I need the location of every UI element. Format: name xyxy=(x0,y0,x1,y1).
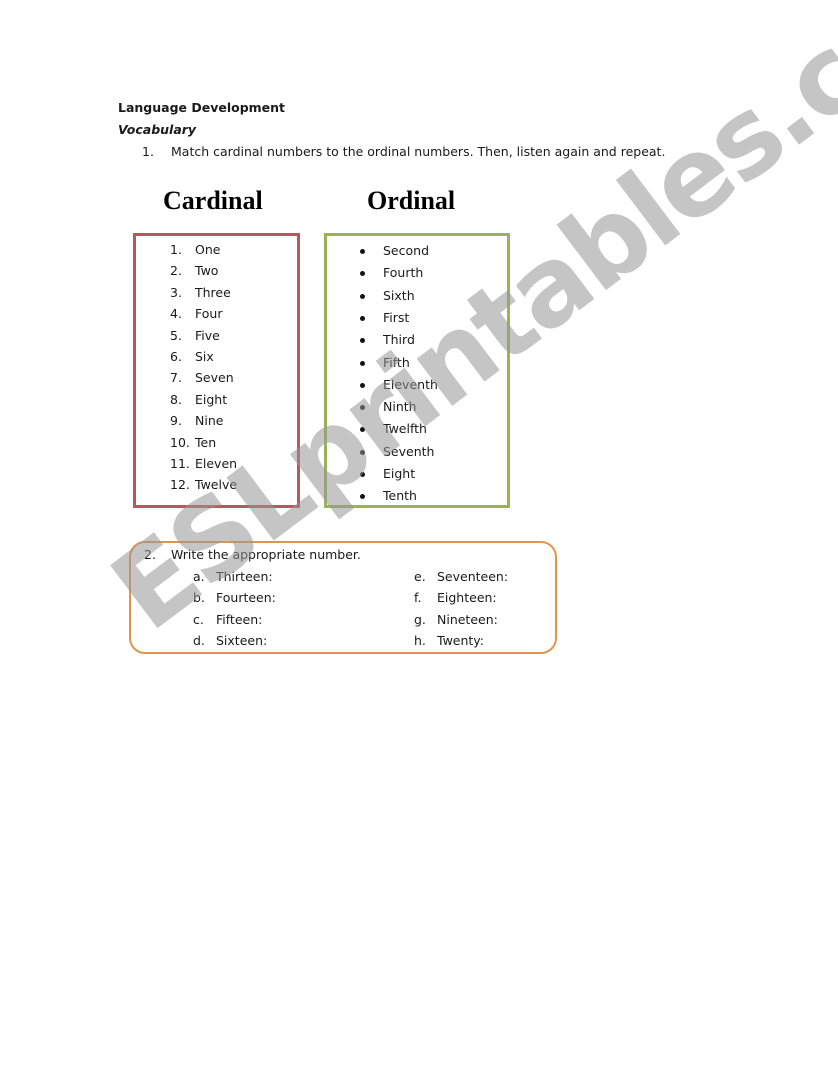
cardinal-item-word: Nine xyxy=(195,413,224,429)
ordinal-item-word: Ninth xyxy=(383,399,417,415)
exercise-2-item-letter: g. xyxy=(414,611,426,627)
cardinal-item-number: 11. xyxy=(170,456,190,471)
exercise-2-item-word: Fifteen: xyxy=(216,611,263,627)
ordinal-item-word: Eight xyxy=(383,466,416,481)
ordinal-item-word: Third xyxy=(383,332,415,348)
bullet-icon xyxy=(360,338,365,344)
cardinal-item-word: One xyxy=(195,242,221,257)
ordinal-item-word: Eleventh xyxy=(383,376,438,392)
ordinal-item-word: Second xyxy=(383,243,430,258)
section-title: Language Development xyxy=(118,100,286,115)
bullet-icon xyxy=(360,405,365,411)
exercise-2-item-letter: a. xyxy=(193,569,205,584)
ordinal-item-word: Sixth xyxy=(383,287,415,303)
ordinal-item-word: Fourth xyxy=(383,265,424,281)
bullet-icon xyxy=(360,427,365,433)
cardinal-item-word: Eight xyxy=(195,391,228,407)
bullet-icon xyxy=(360,315,365,321)
bullet-icon xyxy=(360,449,365,455)
ordinal-item-word: First xyxy=(383,309,410,325)
exercise-2-item-word: Eighteen: xyxy=(437,590,497,606)
bullet-icon xyxy=(360,472,365,477)
cardinal-item-word: Seven xyxy=(195,370,234,386)
exercise-2-item-letter: d. xyxy=(193,632,205,648)
ordinal-box: Second Fourth Sixth First Third Fifth Eleventh… xyxy=(324,233,510,508)
exercise-2-item-word: Seventeen: xyxy=(437,569,509,584)
exercise-1-number: 1. xyxy=(142,144,154,159)
cardinal-item-word: Ten xyxy=(195,434,217,450)
exercise-2-item-letter: b. xyxy=(193,590,205,606)
bullet-icon xyxy=(360,494,365,500)
cardinal-item-number: 2. xyxy=(170,263,182,279)
cardinal-item-word: Three xyxy=(195,284,231,300)
cardinal-item-number: 9. xyxy=(170,413,182,429)
exercise-2-instruction: Write the appropriate number. xyxy=(171,547,361,562)
cardinal-item-word: Twelve xyxy=(195,477,238,493)
exercise-2-item-word: Nineteen: xyxy=(437,611,498,627)
cardinal-item-number: 8. xyxy=(170,391,182,407)
ordinal-item-word: Seventh xyxy=(383,443,435,459)
bullet-icon xyxy=(360,249,365,254)
cardinal-item-number: 10. xyxy=(170,434,190,450)
bullet-icon xyxy=(360,293,365,299)
exercise-2-item-word: Sixteen: xyxy=(216,632,268,648)
cardinal-item-number: 5. xyxy=(170,327,182,343)
ordinal-title: Ordinal xyxy=(367,186,456,215)
bullet-icon xyxy=(360,382,365,388)
cardinal-title: Cardinal xyxy=(163,186,263,215)
ordinal-item-word: Tenth xyxy=(383,488,417,504)
exercise-2-number: 2. xyxy=(144,547,156,562)
exercise-2-item-letter: e. xyxy=(414,569,426,584)
cardinal-item-number: 6. xyxy=(170,349,182,364)
cardinal-item-word: Four xyxy=(195,306,223,322)
cardinal-item-number: 7. xyxy=(170,370,182,386)
ordinal-item-word: Twelfth xyxy=(383,421,427,437)
cardinal-item-number: 4. xyxy=(170,306,182,322)
cardinal-item-word: Five xyxy=(195,327,220,343)
exercise-2-item-letter: h. xyxy=(414,632,426,648)
exercise-2-item-word: Thirteen: xyxy=(216,569,273,584)
cardinal-item-word: Two xyxy=(195,263,219,279)
section-subtitle: Vocabulary xyxy=(118,122,197,137)
ordinal-item-word: Fifth xyxy=(383,354,410,370)
exercise-2-item-word: Fourteen: xyxy=(216,590,276,606)
cardinal-item-word: Six xyxy=(195,349,214,364)
exercise-2-item-letter: f. xyxy=(414,590,422,606)
cardinal-item-number: 12. xyxy=(170,477,190,493)
bullet-icon xyxy=(360,271,365,277)
exercise-1-instruction: Match cardinal numbers to the ordinal nu… xyxy=(171,144,666,159)
cardinal-item-number: 3. xyxy=(170,284,182,300)
exercise-2-item-letter: c. xyxy=(193,611,204,627)
cardinal-item-word: Eleven xyxy=(195,456,238,471)
bullet-icon xyxy=(360,360,365,366)
exercise-2-item-word: Twenty: xyxy=(437,632,485,648)
cardinal-item-number: 1. xyxy=(170,242,182,257)
